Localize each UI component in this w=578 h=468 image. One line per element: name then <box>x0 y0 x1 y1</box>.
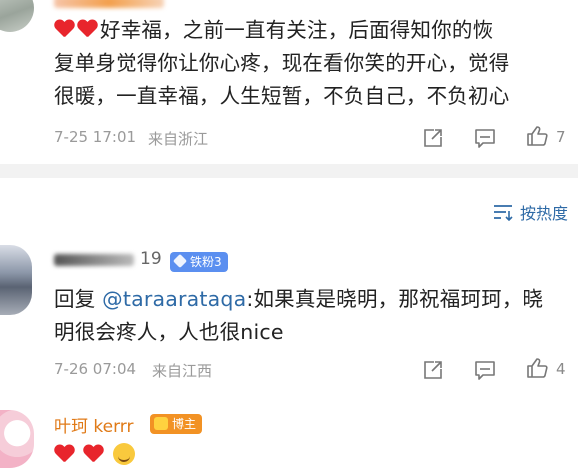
diamond-icon <box>172 253 188 269</box>
comment-icon[interactable] <box>474 359 496 381</box>
heart-emoji-icon <box>54 20 74 38</box>
comment-reactions <box>54 443 135 467</box>
user-avatar[interactable] <box>0 245 32 315</box>
share-icon[interactable] <box>422 127 444 149</box>
like-icon[interactable] <box>526 357 548 379</box>
sort-label: 按热度 <box>519 204 568 223</box>
crown-icon <box>154 417 168 430</box>
user-avatar[interactable] <box>0 410 34 468</box>
comment-time: 7-25 17:01 <box>54 128 137 146</box>
sort-icon <box>493 205 513 221</box>
comment-icon[interactable] <box>474 127 496 149</box>
username-suffix[interactable]: 19 <box>140 249 162 269</box>
username-blurred[interactable] <box>54 254 134 266</box>
section-divider <box>0 164 578 178</box>
username-blurred[interactable] <box>54 0 164 8</box>
like-count: 4 <box>556 360 566 378</box>
comment-location: 来自浙江 <box>148 130 209 148</box>
share-icon[interactable] <box>422 359 444 381</box>
heart-emoji-icon <box>77 20 97 38</box>
host-badge: 博主 <box>150 414 203 434</box>
username[interactable]: 叶珂 kerrr <box>54 412 133 437</box>
comment-text: 好幸福，之前一直有关注，后面得知你的恢 复单身觉得你让你心疼，现在看你笑的开心，… <box>54 18 510 108</box>
sort-button[interactable]: 按热度 <box>492 200 568 224</box>
like-icon[interactable] <box>526 125 548 147</box>
comment-location: 来自江西 <box>152 362 213 380</box>
like-count: 7 <box>556 128 566 146</box>
comment-text: 回复 @taraarataqa:如果真是晓明，那祝福珂珂，晓 明很会疼人，人也很… <box>54 287 544 344</box>
heart-emoji-icon <box>83 445 103 463</box>
comment-time: 7-26 07:04 <box>54 360 137 378</box>
user-avatar[interactable] <box>0 0 34 32</box>
fan-badge: 铁粉3 <box>170 252 228 272</box>
mention-link[interactable]: @taraarataqa <box>102 287 246 311</box>
heart-emoji-icon <box>54 445 74 463</box>
